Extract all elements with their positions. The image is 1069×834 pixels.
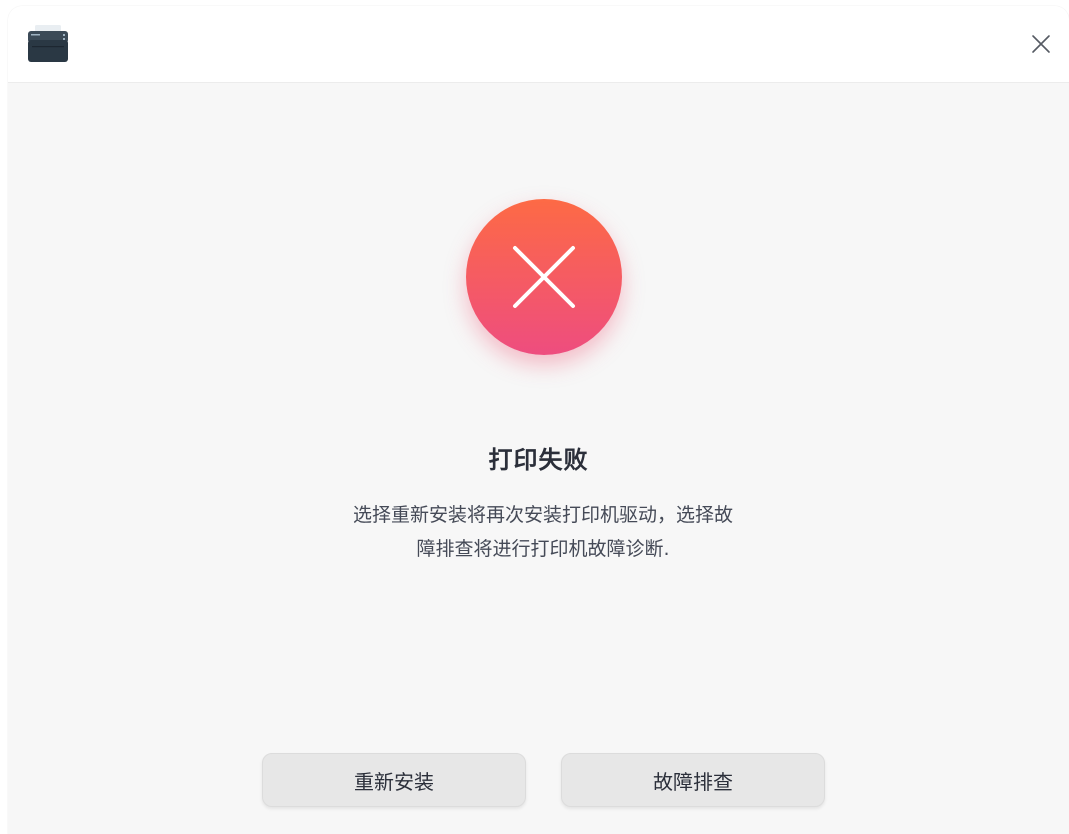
- close-icon: [1032, 35, 1050, 53]
- printer-icon: [26, 24, 70, 64]
- status-description: 选择重新安装将再次安装打印机驱动，选择故 障排查将进行打印机故障诊断.: [308, 498, 778, 566]
- error-x-icon: [513, 246, 575, 308]
- description-line-1: 选择重新安装将再次安装打印机驱动，选择故: [352, 504, 733, 526]
- troubleshoot-button[interactable]: 故障排查: [561, 753, 825, 807]
- description-line-2: 障排查将进行打印机故障诊断.: [416, 538, 670, 560]
- reinstall-button[interactable]: 重新安装: [262, 753, 526, 807]
- print-error-dialog: 打印失败 选择重新安装将再次安装打印机驱动，选择故 障排查将进行打印机故障诊断.…: [8, 6, 1069, 834]
- close-button[interactable]: [1023, 26, 1059, 62]
- error-status-icon: [466, 199, 622, 355]
- titlebar: [8, 6, 1069, 83]
- status-title: 打印失败: [488, 446, 589, 474]
